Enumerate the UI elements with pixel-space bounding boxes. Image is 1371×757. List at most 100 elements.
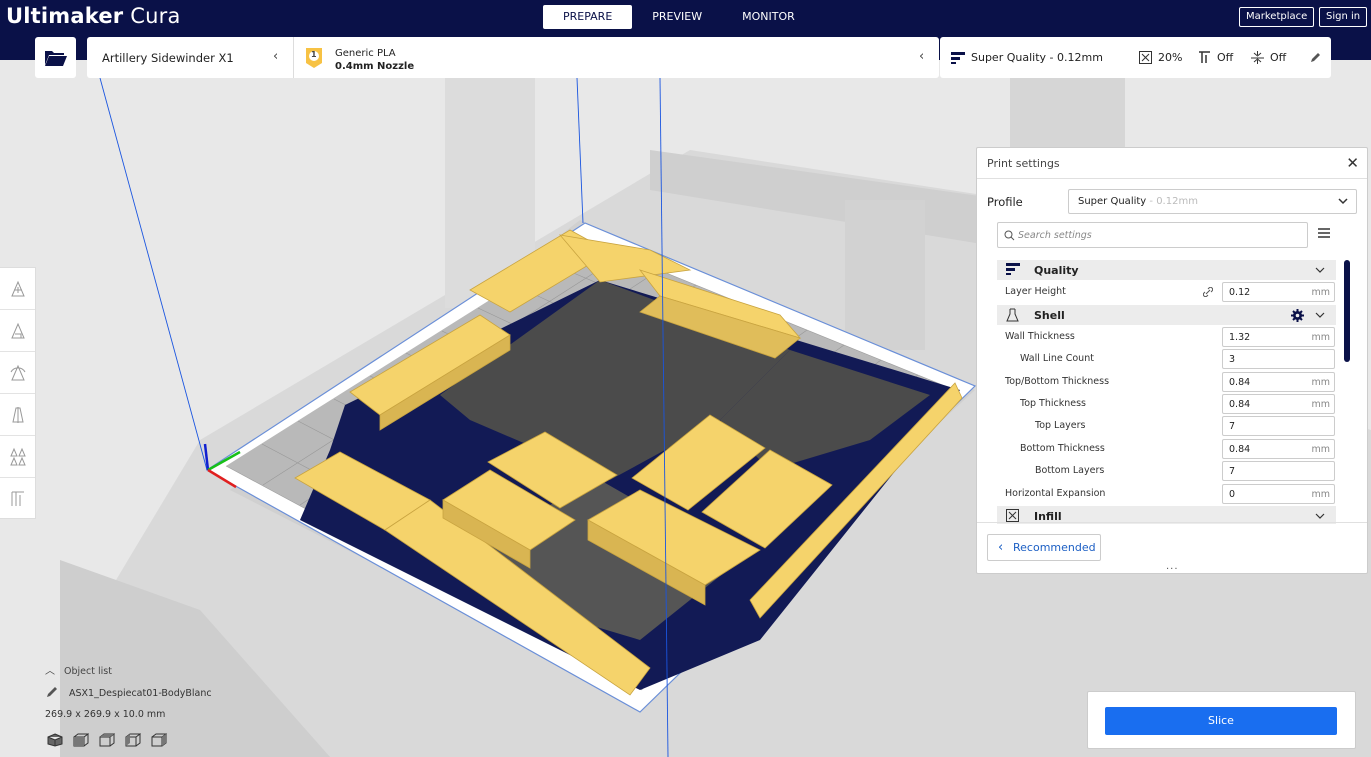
printer-selector[interactable]: Artillery Sidewinder X1 <box>102 51 234 65</box>
category-label: Shell <box>1034 309 1065 322</box>
chevron-down-icon <box>1315 312 1325 318</box>
view-top-icon[interactable] <box>99 733 115 747</box>
nozzle-size[interactable]: 0.4mm Nozzle <box>335 61 414 72</box>
adhesion-summary[interactable]: Off <box>1251 51 1286 64</box>
rotate-icon <box>10 364 25 380</box>
search-icon <box>1004 230 1015 241</box>
wall-line-count-field[interactable]: 3 <box>1222 349 1335 369</box>
per-model-settings-button[interactable] <box>0 436 35 478</box>
mirror-icon <box>11 406 24 423</box>
chevron-left-icon[interactable]: ‹ <box>273 49 278 64</box>
view-right-icon[interactable] <box>151 733 167 747</box>
support-summary[interactable]: Off <box>1198 51 1233 64</box>
gear-icon[interactable] <box>1291 309 1304 322</box>
per-model-settings-icon <box>9 447 26 465</box>
category-quality[interactable]: Quality <box>997 260 1336 280</box>
setting-label: Wall Thickness <box>1005 331 1075 342</box>
settings-scrollbar[interactable] <box>1344 260 1350 362</box>
recommended-label: Recommended <box>1013 541 1096 554</box>
view-orientation-buttons <box>47 733 167 747</box>
support-value: Off <box>1217 51 1234 64</box>
object-dimensions: 269.9 x 269.9 x 10.0 mm <box>45 709 166 720</box>
open-file-button[interactable] <box>35 37 76 78</box>
tab-preview[interactable]: PREVIEW <box>632 5 722 29</box>
field-unit: mm <box>1311 287 1330 298</box>
field-value: 1.32 <box>1229 332 1251 343</box>
object-name: ASX1_Despiecat01-BodyBlanc <box>69 688 212 699</box>
quality-profile-summary[interactable]: Super Quality - 0.12mm <box>951 51 1103 64</box>
layer-height-field[interactable]: 0.12 mm <box>1222 282 1335 302</box>
support-blocker-icon <box>11 491 24 506</box>
support-blocker-button[interactable] <box>0 478 35 520</box>
horizontal-expansion-field[interactable]: 0 mm <box>1222 484 1335 504</box>
view-left-icon[interactable] <box>125 733 141 747</box>
top-layers-field[interactable]: 7 <box>1222 416 1335 436</box>
top-bottom-thickness-field[interactable]: 0.84 mm <box>1222 372 1335 392</box>
shell-icon <box>1006 308 1019 322</box>
divider <box>293 37 294 78</box>
recommended-button[interactable]: ‹ Recommended <box>987 534 1101 561</box>
infill-summary[interactable]: 20% <box>1139 51 1182 64</box>
wall-thickness-field[interactable]: 1.32 mm <box>1222 327 1335 347</box>
slice-button[interactable]: Slice <box>1105 707 1337 735</box>
slice-panel: Slice <box>1087 691 1356 749</box>
infill-value: 20% <box>1158 51 1183 64</box>
panel-header: Print settings ✕ <box>977 148 1367 179</box>
view-front-icon[interactable] <box>73 733 89 747</box>
chevron-left-icon: ‹ <box>998 540 1004 555</box>
scale-tool-button[interactable] <box>0 310 35 352</box>
close-icon[interactable]: ✕ <box>1346 154 1359 172</box>
view-3d-icon[interactable] <box>47 733 63 747</box>
chevron-down-icon <box>1315 267 1325 273</box>
field-value: 0.12 <box>1229 287 1251 298</box>
field-value: 0.84 <box>1229 444 1251 455</box>
menu-icon[interactable] <box>1318 228 1330 238</box>
category-label: Quality <box>1034 264 1079 277</box>
setting-label: Top/Bottom Thickness <box>1005 376 1110 387</box>
search-settings-input[interactable]: Search settings <box>997 222 1308 248</box>
infill-icon <box>1006 509 1019 522</box>
setting-label: Layer Height <box>1005 286 1066 297</box>
link-icon[interactable] <box>1203 287 1213 297</box>
material-name[interactable]: Generic PLA <box>335 48 396 59</box>
tool-panel <box>0 267 36 519</box>
chevron-down-icon <box>1338 198 1348 205</box>
setting-label: Bottom Thickness <box>1020 443 1105 454</box>
object-list-label: Object list <box>64 666 112 677</box>
quality-profile-label: Super Quality - 0.12mm <box>971 51 1103 64</box>
bottom-layers-field[interactable]: 7 <box>1222 461 1335 481</box>
setting-label: Bottom Layers <box>1035 465 1105 476</box>
sign-in-button[interactable]: Sign in <box>1319 7 1368 27</box>
setting-label: Horizontal Expansion <box>1005 488 1106 499</box>
top-thickness-field[interactable]: 0.84 mm <box>1222 394 1335 414</box>
field-unit: mm <box>1311 444 1330 455</box>
category-shell[interactable]: Shell <box>997 305 1336 325</box>
field-unit: mm <box>1311 332 1330 343</box>
print-setup-bar[interactable]: Super Quality - 0.12mm 20% Off Off <box>940 37 1331 78</box>
chevron-left-icon[interactable]: ‹ <box>919 49 924 64</box>
stage-tabs: PREPARE PREVIEW MONITOR <box>543 5 815 29</box>
mirror-tool-button[interactable] <box>0 394 35 436</box>
search-placeholder: Search settings <box>1018 230 1092 241</box>
profile-label: Profile <box>987 195 1023 209</box>
panel-resize-handle[interactable]: ... <box>1166 561 1179 572</box>
object-list-toggle[interactable]: ︿ Object list <box>45 662 112 677</box>
infill-icon <box>1139 51 1152 64</box>
field-value: 7 <box>1229 466 1236 477</box>
scale-icon <box>10 322 25 338</box>
move-tool-button[interactable] <box>0 268 35 310</box>
pencil-icon[interactable] <box>1310 52 1321 63</box>
field-value: 7 <box>1229 421 1236 432</box>
folder-icon <box>44 50 67 66</box>
quality-icon <box>951 51 965 64</box>
marketplace-button[interactable]: Marketplace <box>1239 7 1315 27</box>
rotate-tool-button[interactable] <box>0 352 35 394</box>
panel-title: Print settings <box>987 157 1060 170</box>
tab-prepare[interactable]: PREPARE <box>543 5 633 29</box>
bottom-thickness-field[interactable]: 0.84 mm <box>1222 439 1335 459</box>
quality-icon <box>1006 263 1020 275</box>
setting-label: Wall Line Count <box>1020 353 1094 364</box>
extruder-number: 1 <box>311 50 317 59</box>
tab-monitor[interactable]: MONITOR <box>722 5 815 29</box>
profile-dropdown[interactable]: Super Quality - 0.12mm <box>1068 189 1357 214</box>
